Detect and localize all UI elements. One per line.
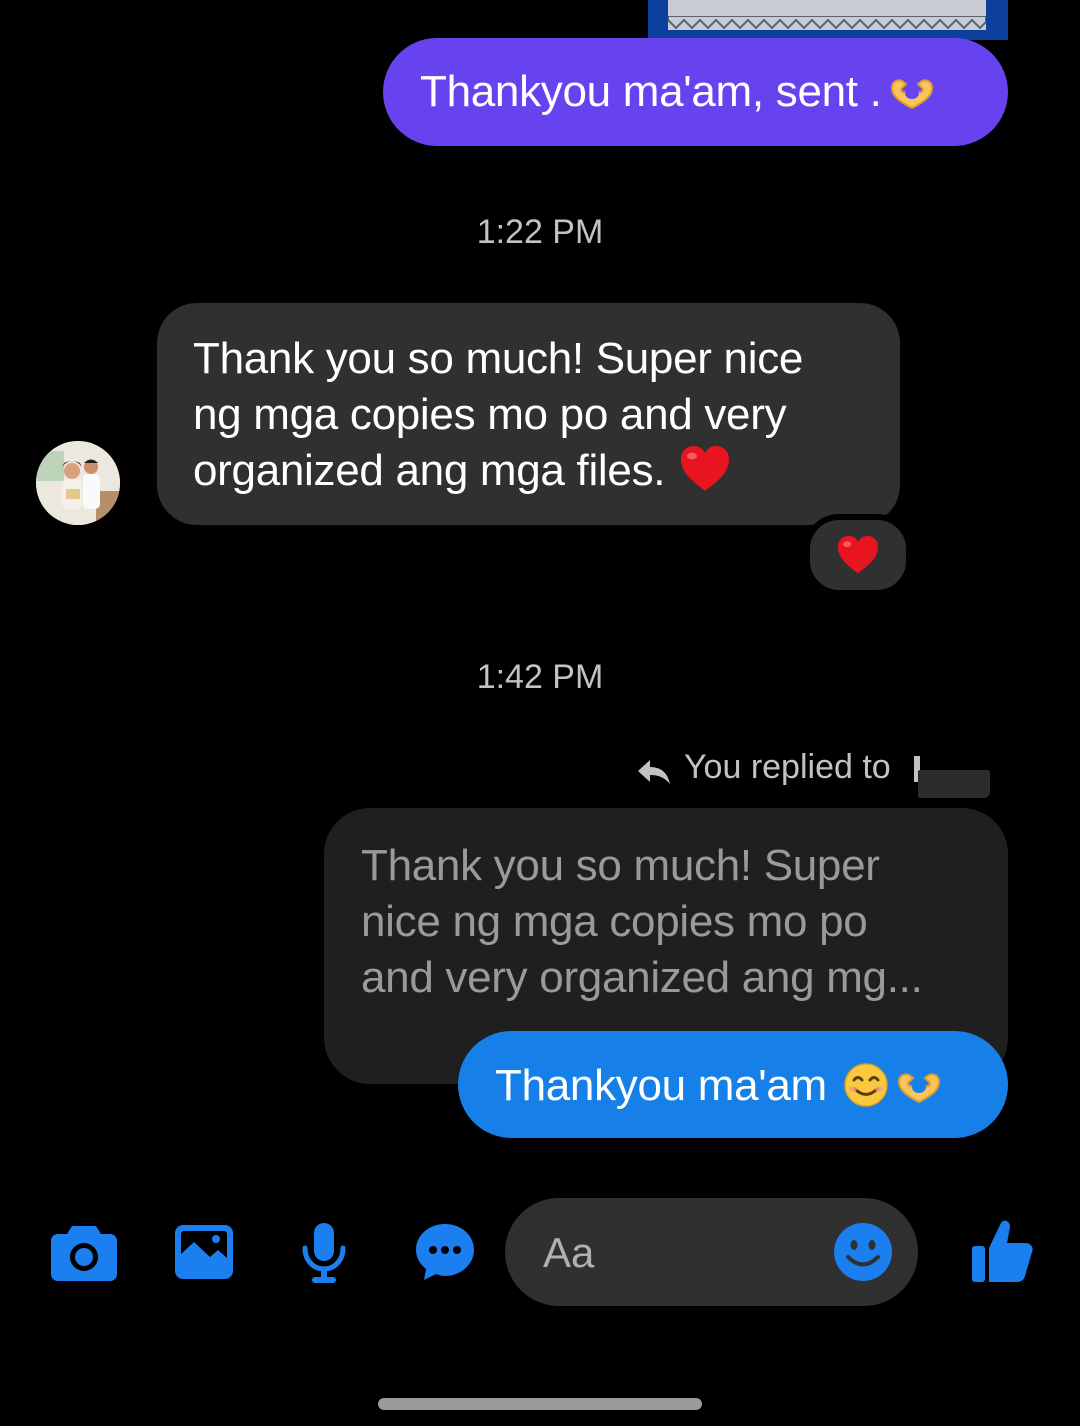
message-text-line: organized ang mga files. — [193, 446, 666, 495]
chat-options-icon[interactable] — [414, 1222, 476, 1282]
red-heart-emoji-icon — [681, 446, 730, 491]
reaction-badge[interactable] — [804, 514, 912, 596]
quoted-text-line: nice ng mga copies mo po — [361, 897, 868, 946]
thumbs-up-icon[interactable] — [970, 1218, 1034, 1284]
home-indicator[interactable] — [378, 1398, 702, 1410]
message-text: Thankyou ma'am, sent . — [420, 67, 882, 116]
sent-message-bubble[interactable]: Thankyou ma'am — [458, 1031, 1008, 1138]
microphone-icon[interactable] — [300, 1222, 348, 1284]
sent-message-bubble[interactable]: Thankyou ma'am, sent . — [383, 38, 1008, 146]
quoted-text-line: and very organized ang mg... — [361, 953, 923, 1002]
image-torn-edge — [668, 16, 986, 30]
message-text: Thankyou ma'am — [495, 1061, 827, 1110]
emoji-icon[interactable] — [833, 1222, 893, 1282]
reply-arrow-icon — [638, 760, 670, 784]
message-input[interactable] — [505, 1198, 918, 1306]
camera-icon[interactable] — [50, 1224, 118, 1282]
quoted-text-line: Thank you so much! Super — [361, 841, 880, 890]
heart-hands-emoji-icon — [897, 1073, 940, 1104]
smiling-face-emoji-icon — [844, 1063, 888, 1107]
timestamp: 1:22 PM — [476, 213, 604, 251]
avatar-photo — [36, 441, 120, 525]
message-text-line: Thank you so much! Super nice — [193, 334, 804, 383]
message-input-field[interactable] — [541, 1222, 815, 1284]
message-text-line: ng mga copies mo po and very — [193, 390, 787, 439]
reply-label-text: You replied to — [684, 748, 891, 786]
redacted-name — [918, 770, 990, 798]
contact-avatar[interactable] — [36, 441, 120, 525]
heart-hands-emoji-icon — [890, 79, 933, 110]
timestamp: 1:42 PM — [476, 658, 604, 696]
image-attachment[interactable] — [648, 0, 1008, 40]
image-icon[interactable] — [174, 1224, 234, 1280]
red-heart-reaction-icon — [838, 535, 878, 574]
received-message-bubble[interactable]: Thank you so much! Super nice ng mga cop… — [157, 303, 900, 525]
